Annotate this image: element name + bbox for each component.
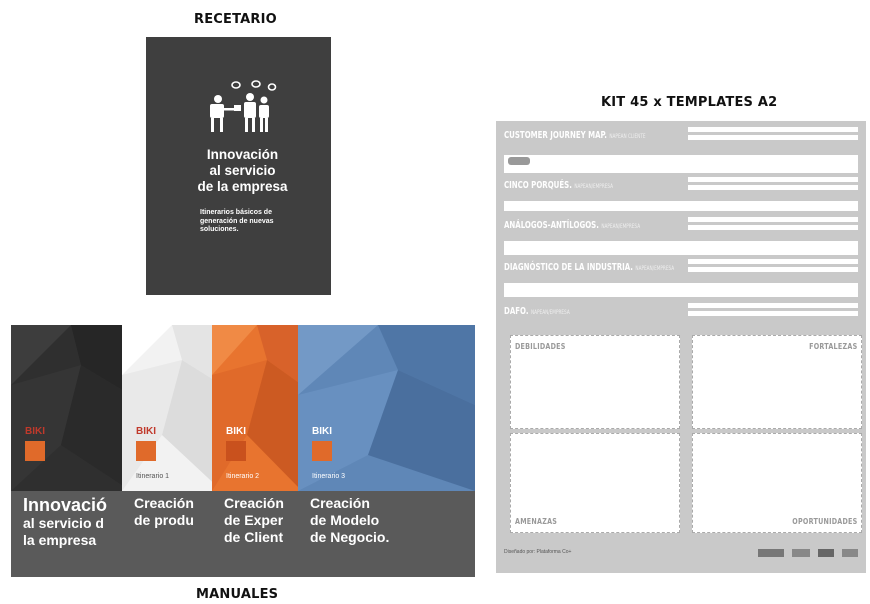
- templates-kit: CUSTOMER JOURNEY MAP. NAPEAN CLIENTE CIN…: [496, 121, 866, 573]
- manual-title: Creación de produ: [134, 495, 194, 528]
- dafo-amenazas: AMENAZAS: [510, 433, 680, 533]
- people-illustration-icon: [210, 80, 277, 132]
- geometric-pattern: [298, 325, 475, 491]
- biki-logo: BIKI: [136, 427, 164, 461]
- manual-itinerario-2: BIKI Itinerario 2 Creación de Exper de C…: [212, 325, 302, 577]
- geometric-pattern: [212, 325, 302, 491]
- geometric-pattern: [122, 325, 222, 491]
- biki-logo: BIKI: [312, 427, 340, 461]
- recetario-title: Innovación al servicio de la empresa: [197, 147, 288, 194]
- recetario-subtitle: Itinerarios básicos de generación de nue…: [200, 209, 274, 233]
- itinerary-label: Itinerario 1: [136, 473, 170, 480]
- manual-itinerario-3: BIKI Itinerario 3 Creación de Modelo de …: [298, 325, 475, 577]
- dafo-oportunidades: OPORTUNIDADES: [692, 433, 862, 533]
- biki-logo: BIKI: [226, 427, 254, 461]
- kit-label: KIT 45 x TEMPLATES A2: [601, 95, 778, 110]
- manual-title: Innovació al servicio d la empresa: [23, 495, 108, 548]
- manual-itinerario-1: BIKI Itinerario 1 Creación de produ: [122, 325, 222, 577]
- itinerary-label: Itinerario 3: [312, 473, 346, 480]
- manuales-label: MANUALES: [196, 587, 279, 602]
- recetario-label: RECETARIO: [194, 12, 277, 27]
- dafo-debilidades: DEBILIDADES: [510, 335, 680, 429]
- geometric-pattern: [11, 325, 131, 491]
- manual-title: Creación de Modelo de Negocio.: [310, 495, 390, 545]
- dafo-fortalezas: FORTALEZAS: [692, 335, 862, 429]
- biki-logo: BIKI: [25, 427, 53, 461]
- manual-title: Creación de Exper de Client: [224, 495, 284, 545]
- recetario-cover: Innovación al servicio de la empresa Iti…: [146, 37, 331, 295]
- sponsor-logos: [758, 547, 858, 559]
- manual-innovacion: BIKI Innovació al servicio d la empresa: [11, 325, 131, 577]
- itinerary-label: Itinerario 2: [226, 473, 260, 480]
- kit-footer: Diseñado por: Plataforma Co+: [504, 549, 572, 555]
